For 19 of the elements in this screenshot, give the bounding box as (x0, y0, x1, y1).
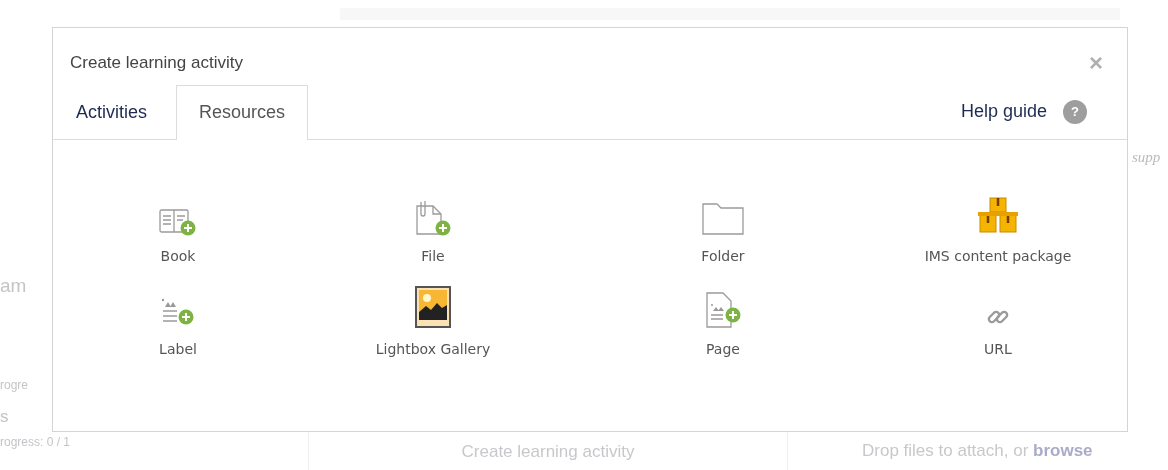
background-text: rogre (0, 377, 28, 394)
item-label[interactable]: Folder (701, 245, 745, 267)
item-label[interactable]: Book (160, 245, 196, 267)
dialog-title: Create learning activity (70, 52, 243, 74)
item-label[interactable]: URL (984, 338, 1012, 360)
help-link[interactable]: Help guide (960, 98, 1047, 125)
tab[interactable]: Activities (53, 84, 170, 140)
item-label[interactable]: Label (159, 338, 197, 360)
background-text: s (0, 406, 9, 428)
tab[interactable]: Resources (176, 84, 309, 140)
background-text: rogress: 0 / 1 (0, 434, 71, 451)
boxes-icon[interactable] (975, 195, 1021, 236)
item-label[interactable]: Lightbox Gallery (375, 338, 491, 360)
gallery-icon[interactable] (414, 284, 452, 329)
background-text: supp (1132, 148, 1161, 167)
item-label[interactable]: Page (706, 338, 740, 360)
item-label[interactable]: IMS content package (924, 245, 1072, 267)
item-label[interactable]: File (421, 245, 445, 267)
background-text: am (0, 274, 27, 298)
